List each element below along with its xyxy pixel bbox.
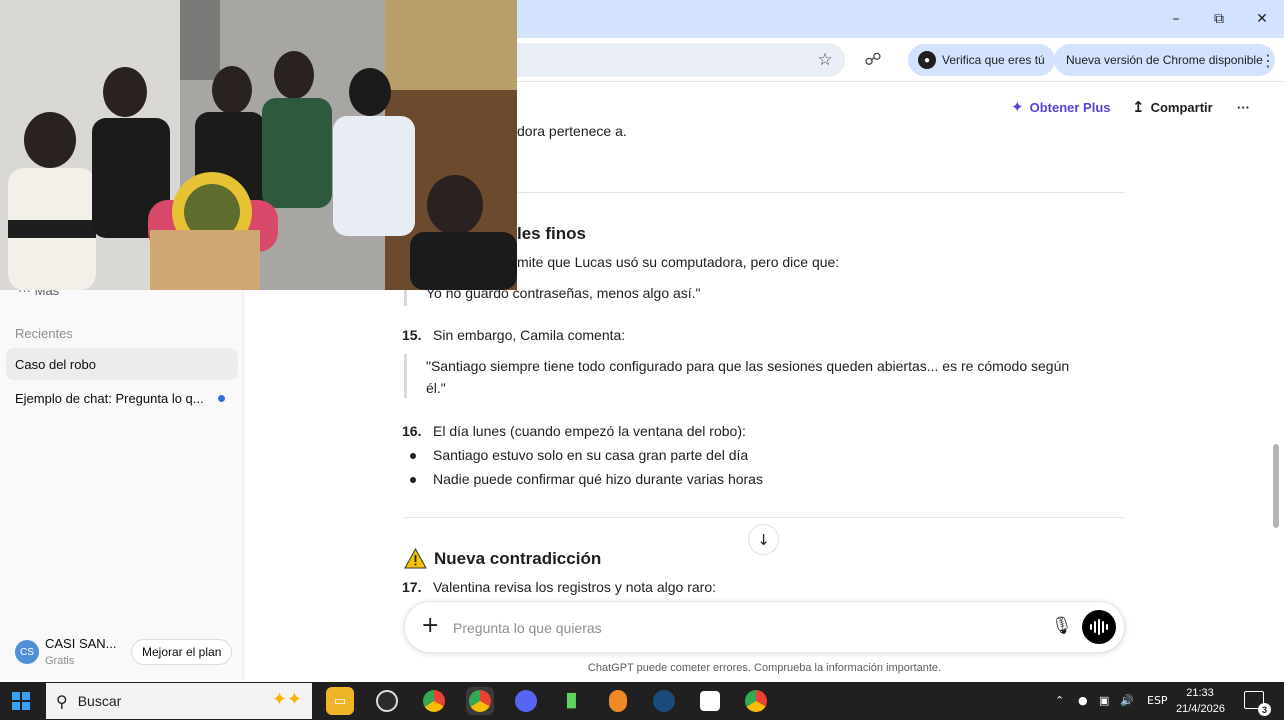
share-button[interactable]: ↥ Compartir bbox=[1132, 96, 1213, 118]
windows-start-icon[interactable] bbox=[12, 692, 30, 710]
add-attachment-icon[interactable]: + bbox=[421, 614, 439, 638]
search-label: Buscar bbox=[77, 693, 122, 709]
taskbar-search[interactable]: ⚲ Buscar ✦✦ bbox=[46, 683, 312, 719]
taskbar-clock[interactable]: 21:33 21/4/2026 bbox=[1176, 685, 1225, 717]
bullet-item: Santiago estuvo solo en su casa gran par… bbox=[433, 447, 749, 463]
address-bar[interactable] bbox=[500, 43, 845, 77]
list-number: 16. bbox=[402, 423, 422, 439]
bullet-icon bbox=[410, 477, 416, 483]
sidebar-item-label: Caso del robo bbox=[15, 356, 96, 372]
tray-chevron-icon[interactable]: ⌃ bbox=[1055, 694, 1064, 707]
list-number: 17. bbox=[402, 579, 422, 595]
network-icon[interactable]: ▣ bbox=[1099, 694, 1109, 707]
partial-line-top: dora pertenece a. bbox=[517, 123, 627, 139]
verify-identity-button[interactable]: ● Verifica que eres tú bbox=[908, 44, 1055, 76]
verify-label: Verifica que eres tú bbox=[942, 53, 1045, 67]
list-item: Sin embargo, Camila comenta: bbox=[433, 327, 626, 343]
clock-date: 21/4/2026 bbox=[1176, 703, 1225, 715]
bookmark-star-icon[interactable]: ☆ bbox=[814, 49, 836, 71]
list-item: El día lunes (cuando empezó la ventana d… bbox=[433, 423, 746, 439]
sparkle-icon: ✦ bbox=[1011, 98, 1024, 116]
upgrade-plan-button[interactable]: Mejorar el plan bbox=[131, 639, 233, 665]
capcut-icon[interactable] bbox=[696, 687, 724, 715]
quote-text: él." bbox=[426, 380, 446, 396]
avatar[interactable]: CS bbox=[15, 640, 39, 664]
volume-icon[interactable]: 🔊 bbox=[1120, 694, 1134, 707]
voice-mode-button[interactable] bbox=[1082, 610, 1116, 644]
list-number: 15. bbox=[402, 327, 422, 343]
quote-text: "Santiago siempre tiene todo configurado… bbox=[426, 358, 1070, 374]
scroll-down-button[interactable]: ↓ bbox=[748, 524, 779, 555]
minimize-icon[interactable]: – bbox=[1154, 0, 1198, 38]
fl-studio-icon[interactable] bbox=[604, 687, 632, 715]
user-plan: Gratis bbox=[45, 655, 75, 667]
webcam-overlay bbox=[0, 0, 517, 290]
blockquote-bar bbox=[404, 354, 407, 398]
chrome-icon[interactable] bbox=[742, 687, 770, 715]
obs-icon[interactable] bbox=[373, 687, 401, 715]
disclaimer: ChatGPT puede cometer errores. Comprueba… bbox=[587, 662, 942, 674]
intro-line: mite que Lucas usó su computadora, pero … bbox=[517, 254, 840, 270]
taskbar: ⚲ Buscar ✦✦ ▭ ▉ ⌃ ● ▣ 🔊 ESP 21:33 21/4/2… bbox=[0, 682, 1284, 720]
discord-icon[interactable] bbox=[512, 687, 540, 715]
close-icon[interactable]: ✕ bbox=[1240, 0, 1284, 38]
restore-icon[interactable]: ⧉ bbox=[1197, 0, 1241, 38]
clock-time: 21:33 bbox=[1186, 687, 1214, 699]
prompt-input[interactable] bbox=[453, 616, 1033, 640]
scrollbar[interactable] bbox=[1273, 444, 1279, 528]
microphone-tray-icon[interactable]: ● bbox=[1078, 694, 1088, 707]
sidebar-item-label: Ejemplo de chat: Pregunta lo q... bbox=[15, 390, 204, 406]
get-plus-label: Obtener Plus bbox=[1029, 99, 1111, 115]
search-icon: ⚲ bbox=[56, 691, 68, 711]
chrome-icon[interactable] bbox=[466, 687, 494, 715]
ellipsis-icon[interactable]: ··· bbox=[1237, 96, 1250, 118]
extensions-icon[interactable]: ☍ bbox=[862, 49, 884, 71]
composer: + 🎙 bbox=[404, 601, 1125, 653]
user-name[interactable]: CASI SAN... bbox=[45, 636, 117, 651]
unread-dot-icon bbox=[218, 395, 225, 402]
share-icon: ↥ bbox=[1132, 98, 1145, 116]
copilot-sparkle-icon: ✦✦ bbox=[271, 689, 302, 710]
browser-menu-icon[interactable]: ⋮ bbox=[1260, 49, 1276, 71]
chrome-icon[interactable] bbox=[420, 687, 448, 715]
profile-icon: ● bbox=[918, 51, 936, 69]
bullet-item: Nadie puede confirmar qué hizo durante v… bbox=[433, 471, 763, 487]
microphone-icon[interactable]: 🎙 bbox=[1051, 616, 1073, 636]
notification-count: 3 bbox=[1258, 703, 1271, 716]
sidebar-section-label: Recientes bbox=[15, 326, 73, 341]
divider bbox=[403, 517, 1125, 518]
section-heading: les finos bbox=[517, 224, 586, 243]
notifications-icon[interactable]: 3 bbox=[1244, 691, 1271, 716]
share-label: Compartir bbox=[1150, 99, 1213, 115]
get-plus-button[interactable]: ✦ Obtener Plus bbox=[1011, 96, 1111, 118]
file-explorer-icon[interactable]: ▭ bbox=[326, 687, 354, 715]
update-label: Nueva versión de Chrome disponible bbox=[1066, 53, 1263, 67]
sidebar-item-caso-del-robo[interactable]: Caso del robo bbox=[6, 348, 238, 380]
warning-icon bbox=[404, 547, 427, 569]
chrome-update-button[interactable]: Nueva versión de Chrome disponible bbox=[1054, 44, 1275, 76]
stats-icon[interactable]: ▉ bbox=[558, 687, 586, 715]
steam-icon[interactable] bbox=[650, 687, 678, 715]
language-indicator[interactable]: ESP bbox=[1147, 694, 1168, 707]
sidebar-item-ejemplo-de-chat[interactable]: Ejemplo de chat: Pregunta lo q... bbox=[6, 382, 238, 414]
new-contradiction-heading: Nueva contradicción bbox=[434, 549, 602, 568]
list-item: Valentina revisa los registros y nota al… bbox=[433, 579, 716, 595]
bullet-icon bbox=[410, 453, 416, 459]
